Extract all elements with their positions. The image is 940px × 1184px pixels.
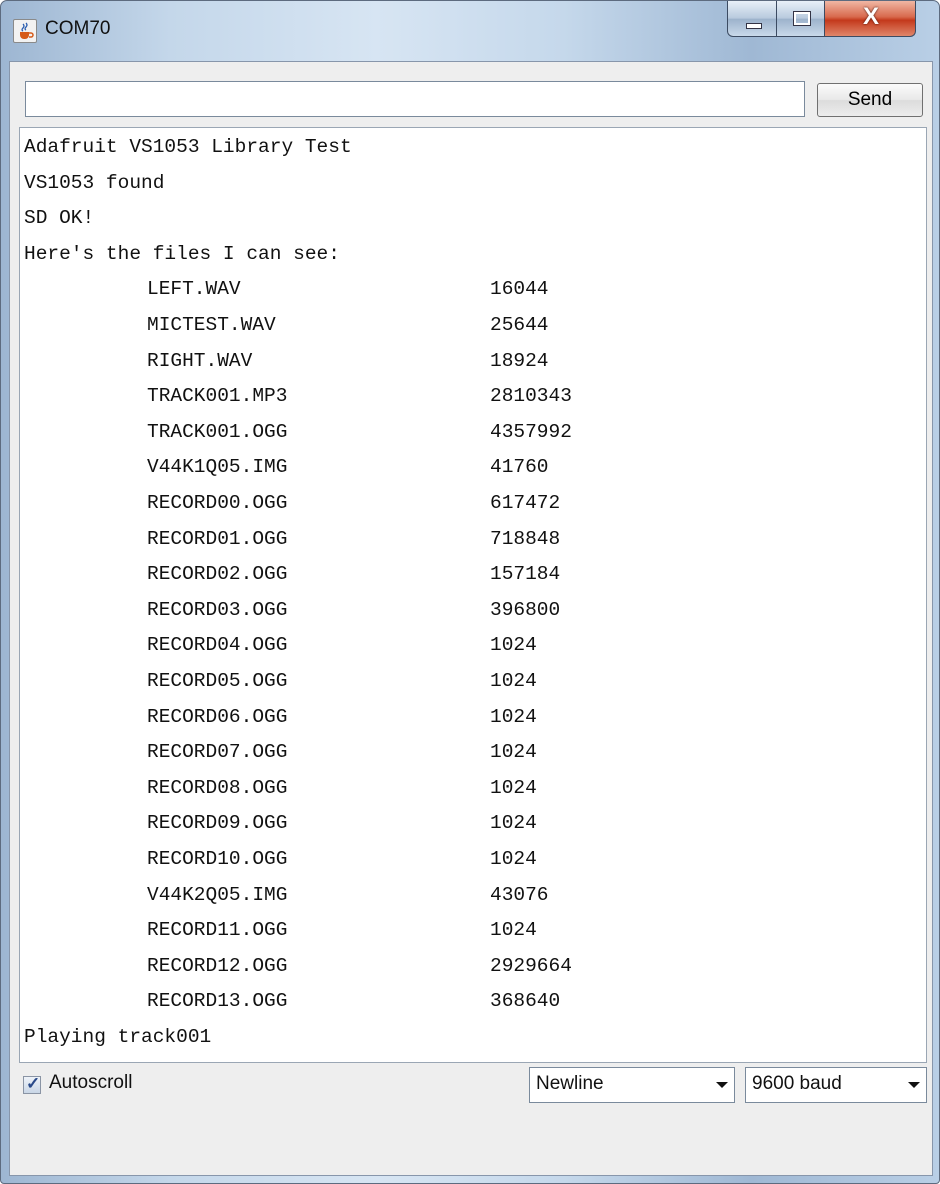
- file-size: 1024: [490, 705, 537, 728]
- file-name: RECORD11.OGG: [147, 919, 288, 942]
- file-name: LEFT.WAV: [147, 278, 241, 301]
- autoscroll-checkbox[interactable]: ✓: [23, 1074, 41, 1094]
- minimize-button[interactable]: [727, 1, 777, 37]
- send-button[interactable]: Send: [817, 83, 923, 117]
- file-name: RECORD12.OGG: [147, 954, 288, 977]
- file-name: TRACK001.OGG: [147, 420, 288, 443]
- file-size: 1024: [490, 848, 537, 870]
- file-name: RECORD02.OGG: [147, 563, 288, 586]
- maximize-button[interactable]: [776, 1, 825, 37]
- file-size: 2810343: [490, 385, 572, 408]
- file-size: 617472: [490, 492, 561, 514]
- output-line: Here's the files I can see:: [24, 242, 340, 265]
- file-size: 1024: [490, 741, 537, 764]
- file-name: RECORD01.OGG: [147, 527, 288, 550]
- file-name: RECORD03.OGG: [147, 598, 288, 621]
- file-name: MICTEST.WAV: [147, 314, 276, 336]
- file-size: 1024: [490, 670, 537, 692]
- file-name: RECORD07.OGG: [147, 741, 288, 764]
- autoscroll-label: Autoscroll: [49, 1072, 133, 1093]
- minimize-icon: [746, 23, 762, 29]
- java-cup-icon: [13, 19, 37, 43]
- file-name: V44K2Q05.IMG: [147, 883, 288, 906]
- file-size: 1024: [490, 634, 537, 657]
- line-ending-select[interactable]: Newline: [529, 1067, 735, 1103]
- baud-rate-value: 9600 baud: [752, 1073, 842, 1094]
- file-size: 18924: [490, 349, 549, 372]
- baud-rate-select[interactable]: 9600 baud: [745, 1067, 927, 1103]
- serial-command-input[interactable]: [25, 81, 805, 117]
- file-size: 1024: [490, 919, 537, 942]
- file-name: RIGHT.WAV: [147, 349, 253, 372]
- file-name: RECORD06.OGG: [147, 705, 288, 728]
- file-size: 718848: [490, 527, 561, 550]
- file-size: 157184: [490, 563, 561, 586]
- line-ending-value: Newline: [536, 1073, 604, 1094]
- close-icon: X: [862, 3, 879, 30]
- serial-output-area[interactable]: Adafruit VS1053 Library Test VS1053 found…: [19, 127, 927, 1063]
- chevron-down-icon: [908, 1082, 920, 1088]
- file-name: RECORD10.OGG: [147, 848, 288, 870]
- output-line: Adafruit VS1053 Library Test: [24, 136, 352, 158]
- file-name: RECORD08.OGG: [147, 776, 288, 799]
- file-size: 43076: [490, 883, 549, 906]
- chevron-down-icon: [716, 1082, 728, 1088]
- output-line: Playing track001: [24, 1026, 212, 1048]
- file-size: 16044: [490, 278, 549, 301]
- file-size: 41760: [490, 456, 549, 479]
- checkmark-icon: ✓: [26, 1074, 41, 1093]
- title-bar[interactable]: COM70 X: [1, 1, 939, 61]
- file-name: RECORD05.OGG: [147, 670, 288, 692]
- file-size: 368640: [490, 990, 561, 1013]
- file-name: RECORD04.OGG: [147, 634, 288, 657]
- file-size: 2929664: [490, 954, 572, 977]
- file-name: V44K1Q05.IMG: [147, 456, 288, 479]
- file-name: RECORD13.OGG: [147, 990, 288, 1013]
- serial-monitor-window: COM70 X Send Adafruit VS1053 Library Tes…: [0, 0, 940, 1184]
- file-size: 1024: [490, 776, 537, 799]
- window-title: COM70: [45, 18, 111, 39]
- file-size: 25644: [490, 314, 549, 336]
- output-line: SD OK!: [24, 207, 95, 230]
- file-size: 4357992: [490, 420, 572, 443]
- close-button[interactable]: X: [824, 1, 916, 37]
- maximize-icon: [793, 11, 811, 26]
- file-size: 396800: [490, 598, 561, 621]
- file-name: TRACK001.MP3: [147, 385, 288, 408]
- file-name: RECORD00.OGG: [147, 492, 288, 514]
- output-line: VS1053 found: [24, 171, 165, 194]
- file-size: 1024: [490, 812, 537, 835]
- file-name: RECORD09.OGG: [147, 812, 288, 835]
